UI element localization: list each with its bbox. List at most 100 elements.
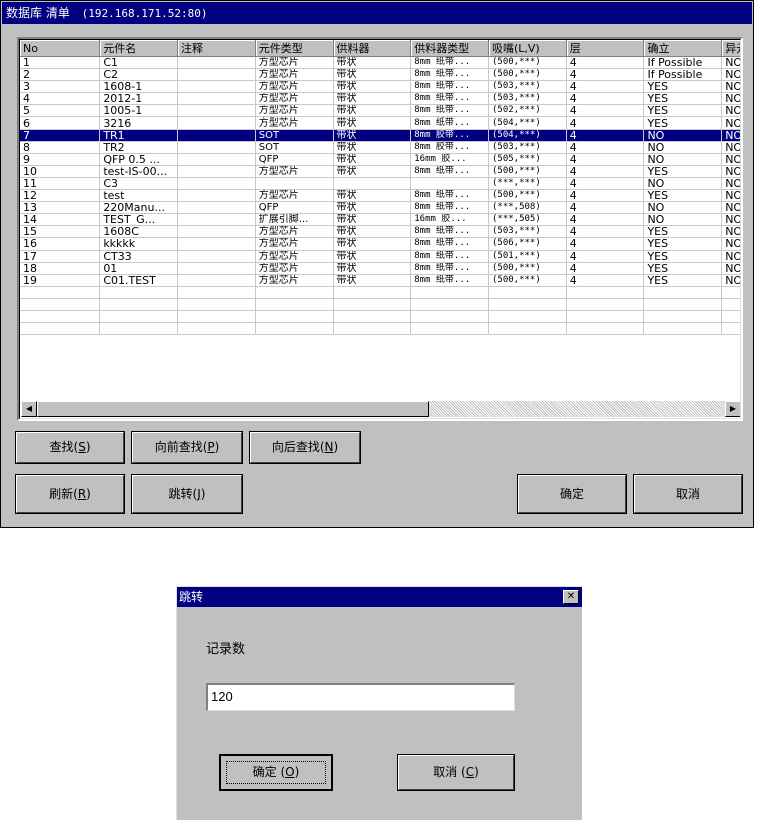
cell-feeder-type: 8mm 纸带...: [410, 116, 489, 130]
cell-feeder: 带状: [333, 274, 412, 287]
cell-feeder: 带状: [333, 141, 412, 154]
cell-name: 3216: [99, 116, 179, 130]
refresh-button[interactable]: 刷新(R): [15, 474, 125, 514]
cell-name: 2012-1: [99, 92, 179, 106]
cell-type: 方型芯片: [255, 250, 334, 263]
dialog-cancel-button[interactable]: 取消 (C): [397, 754, 515, 791]
table-row[interactable]: 11 C3 (***,***) 4 NO NO: [20, 177, 740, 191]
cell-comment: [177, 213, 256, 227]
cell-alt: NO: [721, 116, 740, 130]
scroll-left-arrow-icon[interactable]: ◀: [21, 401, 37, 417]
column-header[interactable]: 异元件: [721, 40, 740, 57]
table-row[interactable]: 2 C2 方型芯片 带状 8mm 纸带... (500,***) 4 If Possible N…: [20, 68, 740, 82]
empty-cell: [643, 322, 723, 336]
cell-feeder: 带状: [333, 56, 412, 70]
component-grid[interactable]: No元件名注释元件类型供料器供料器类型吸嘴(L,V)层确立异元件 1C1 方型芯片…: [17, 37, 743, 421]
close-icon[interactable]: ✕: [563, 590, 579, 604]
table-row[interactable]: 13 220Manu... QFP 带状 8mm 纸带... (***,508) 4 NO NO: [20, 201, 740, 215]
table-row[interactable]: 17 CT33 方型芯片 带状 8mm 纸带... (501,***) 4 YES NO: [20, 250, 740, 263]
column-header[interactable]: 注释: [177, 40, 256, 57]
table-row[interactable]: 8 TR2 SOT 带状 8mm 胶带... (503,***) 4 NO NO: [20, 141, 740, 154]
empty-row[interactable]: [20, 298, 740, 311]
cell-layer: 4: [566, 237, 645, 251]
cell-feeder-type: 8mm 纸带...: [410, 250, 489, 263]
cell-confirm: YES: [643, 225, 723, 239]
cell-nozzle: (503,***): [488, 92, 567, 106]
table-row[interactable]: 14 TEST_G... 扩展引脚... 带状 16mm 胶... (***,505) 4 N…: [20, 213, 740, 227]
ok-button[interactable]: 确定: [517, 474, 627, 514]
scroll-thumb[interactable]: [37, 401, 429, 417]
column-header[interactable]: No: [20, 40, 101, 57]
column-header[interactable]: 元件名: [99, 40, 179, 57]
table-row[interactable]: 15 1608C 方型芯片 带状 8mm 纸带... (503,***) 4 YES NO: [20, 225, 740, 239]
cell-nozzle: (***,505): [488, 213, 567, 227]
cell-no: 17: [20, 250, 101, 263]
cell-comment: [177, 237, 256, 251]
table-row[interactable]: 18 01 方型芯片 带状 8mm 纸带... (500,***) 4 YES NO: [20, 262, 740, 275]
empty-row[interactable]: [20, 310, 740, 324]
empty-cell: [721, 322, 740, 336]
empty-row[interactable]: [20, 322, 740, 336]
column-header[interactable]: 供料器类型: [410, 40, 489, 57]
table-row[interactable]: 16 kkkkk 方型芯片 带状 8mm 纸带... (506,***) 4 YES NO: [20, 237, 740, 251]
column-header[interactable]: 层: [566, 40, 645, 57]
empty-cell: [177, 322, 256, 336]
cell-layer: 4: [566, 129, 645, 142]
cancel-button[interactable]: 取消: [633, 474, 743, 514]
cell-no: 16: [20, 237, 101, 251]
cell-nozzle: (503,***): [488, 141, 567, 154]
table-row[interactable]: 4 2012-1 方型芯片 带状 8mm 纸带... (503,***) 4 YES NO: [20, 92, 740, 106]
cell-alt: NO: [721, 250, 740, 263]
jump-button[interactable]: 跳转(J): [131, 474, 243, 514]
scroll-right-arrow-icon[interactable]: ▶: [725, 401, 740, 417]
column-header[interactable]: 确立: [643, 40, 723, 57]
table-row[interactable]: 1 C1 方型芯片 带状 8mm 纸带... (500,***) 4 If Possible N…: [20, 56, 740, 70]
table-row[interactable]: 19 C01.TEST 方型芯片 带状 8mm 纸带... (500,***) 4 YES NO: [20, 274, 740, 287]
table-row[interactable]: 3 1608-1 方型芯片 带状 8mm 纸带... (503,***) 4 YES NO: [20, 80, 740, 94]
find-next-button[interactable]: 向后查找(N): [249, 431, 361, 464]
cell-feeder-type: 8mm 纸带...: [410, 201, 489, 215]
empty-cell: [410, 322, 489, 336]
table-row[interactable]: 6 3216 方型芯片 带状 8mm 纸带... (504,***) 4 YES NO: [20, 116, 740, 130]
dialog-ok-button[interactable]: 确定 (O): [219, 754, 333, 791]
column-header[interactable]: 供料器: [333, 40, 412, 57]
cell-feeder-type: 8mm 纸带...: [410, 165, 489, 178]
cell-alt: NO: [721, 213, 740, 227]
horizontal-scrollbar[interactable]: ◀ ▶: [21, 401, 740, 417]
cell-confirm: YES: [643, 165, 723, 178]
cell-feeder-type: 8mm 纸带...: [410, 80, 489, 94]
cell-alt: NO: [721, 201, 740, 215]
cell-feeder-type: 8mm 胶带...: [410, 141, 489, 154]
cell-confirm: NO: [643, 141, 723, 154]
cell-name: C2: [99, 68, 179, 82]
cell-no: 6: [20, 116, 101, 130]
record-count-input[interactable]: 120: [206, 683, 515, 711]
table-row[interactable]: 5 1005-1 方型芯片 带状 8mm 纸带... (502,***) 4 YES NO: [20, 104, 740, 118]
empty-cell: [488, 286, 567, 299]
cell-comment: [177, 141, 256, 154]
cell-no: 14: [20, 213, 101, 227]
cell-no: 2: [20, 68, 101, 82]
table-row[interactable]: 10 test-IS-00... 方型芯片 带状 8mm 纸带... (500,***) 4…: [20, 165, 740, 178]
cell-type: QFP: [255, 201, 334, 215]
cell-type: 方型芯片: [255, 92, 334, 106]
empty-cell: [721, 310, 740, 324]
column-header[interactable]: 吸嘴(L,V): [488, 40, 567, 57]
cell-feeder-type: 8mm 纸带...: [410, 189, 489, 203]
table-row[interactable]: 7 TR1 SOT 带状 8mm 胶带... (504,***) 4 NO NO: [20, 129, 740, 142]
empty-cell: [20, 322, 101, 336]
find-prev-button[interactable]: 向前查找(P): [131, 431, 243, 464]
cell-nozzle: (***,508): [488, 201, 567, 215]
cell-layer: 4: [566, 165, 645, 178]
cell-feeder: 带状: [333, 237, 412, 251]
column-header[interactable]: 元件类型: [255, 40, 334, 57]
find-button[interactable]: 查找(S): [15, 431, 125, 464]
cell-name: test-IS-00...: [99, 165, 179, 178]
table-row[interactable]: 9 QFP 0.5 ... QFP 带状 16mm 胶... (505,***) 4 NO NO: [20, 153, 740, 166]
cell-confirm: YES: [643, 92, 723, 106]
cell-alt: NO: [721, 68, 740, 82]
table-row[interactable]: 12 test 方型芯片 带状 8mm 纸带... (500,***) 4 YES NO: [20, 189, 740, 203]
empty-row[interactable]: [20, 286, 740, 299]
cell-feeder: 带状: [333, 92, 412, 106]
empty-cell: [177, 298, 256, 311]
